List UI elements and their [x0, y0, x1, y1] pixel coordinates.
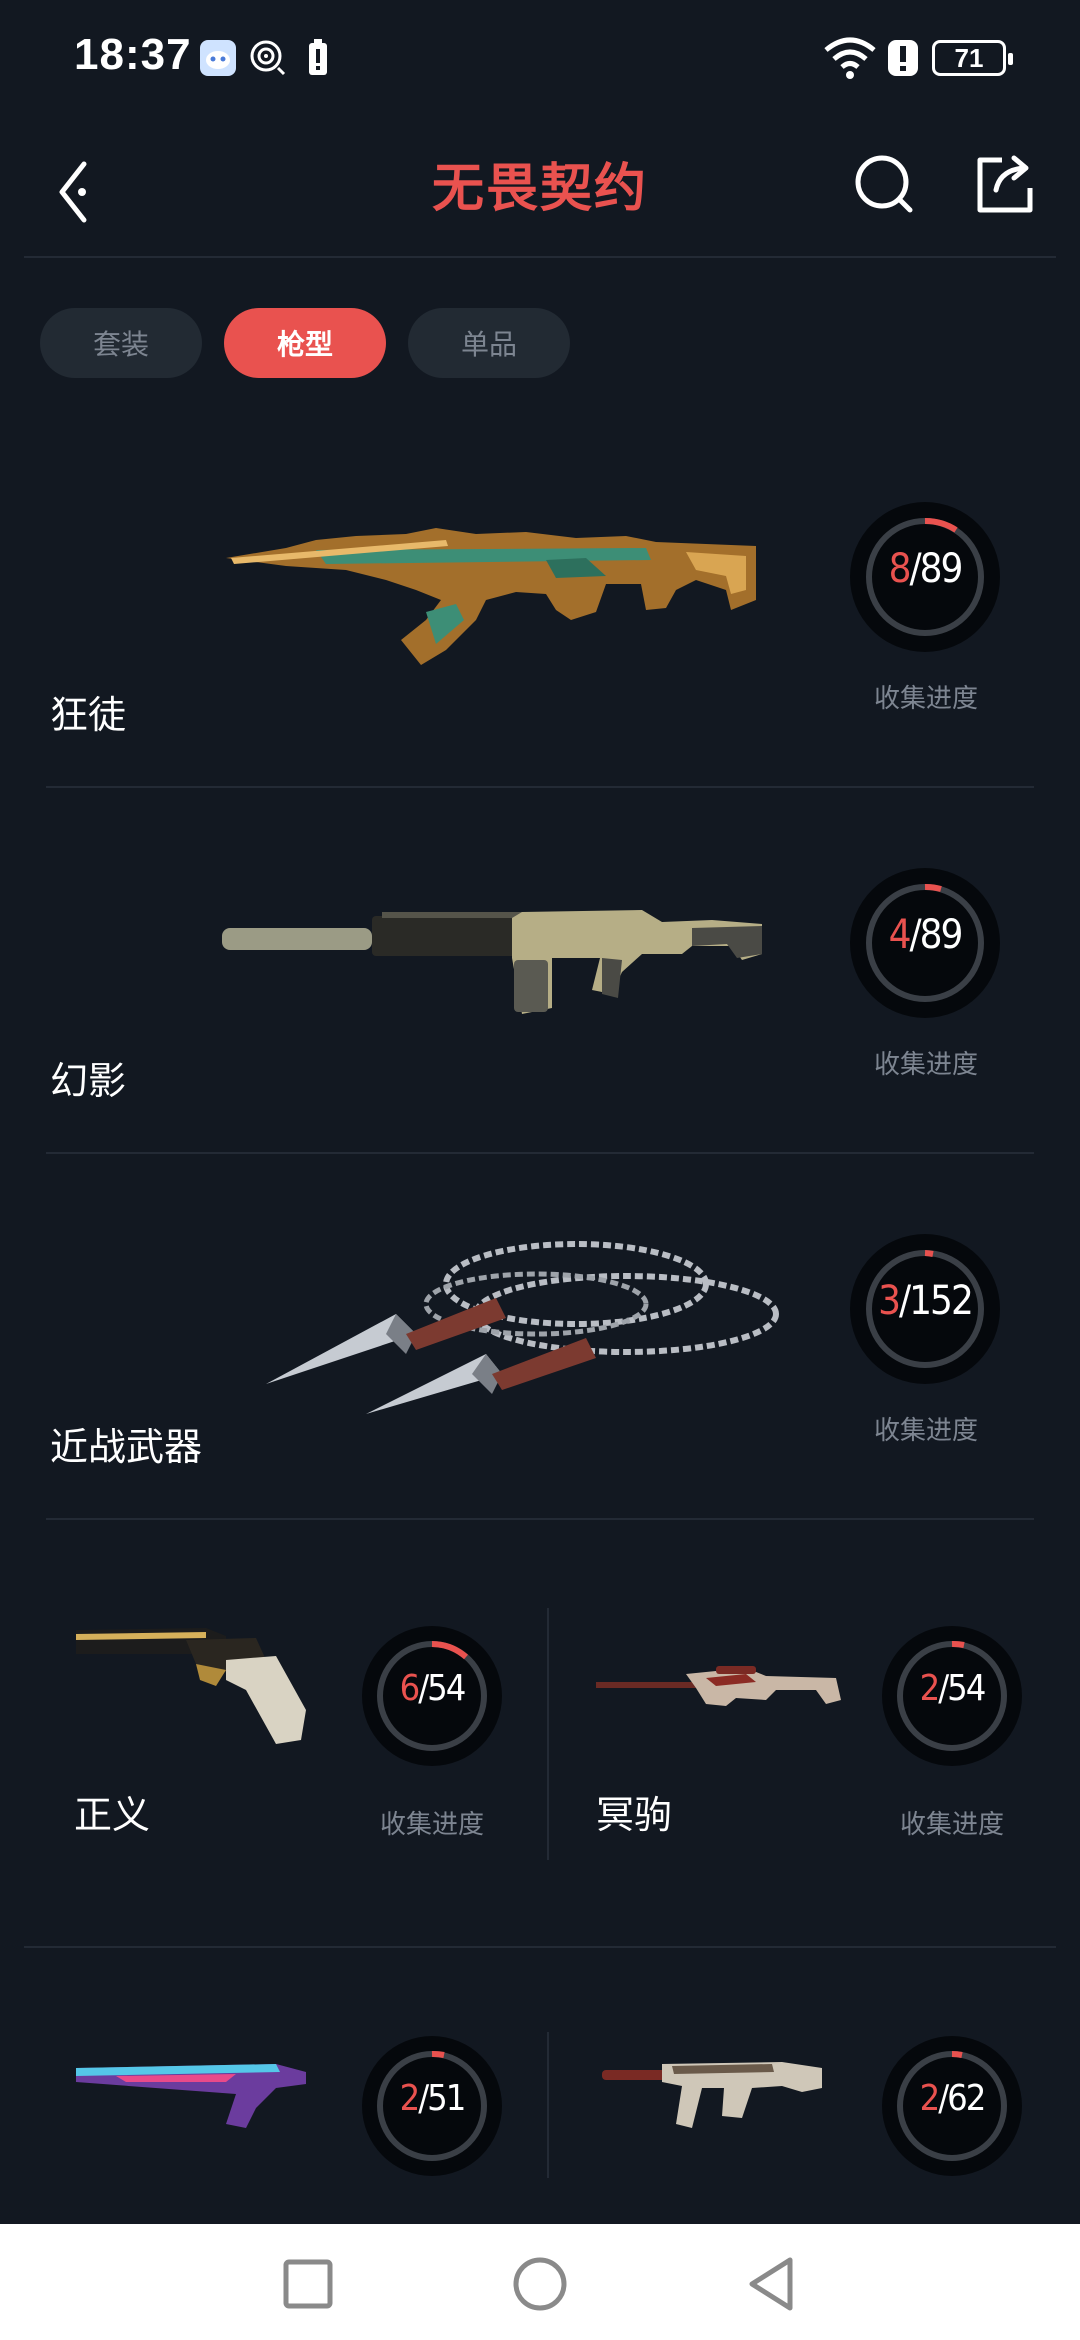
collection-progress-ring: 4/89 — [850, 868, 1000, 1018]
square-nav-icon[interactable] — [278, 2254, 338, 2314]
weapon-name: 冥驹 — [596, 1793, 673, 1837]
progress-count: 3/152 — [878, 1278, 974, 1324]
status-bar: 18:37 71 — [0, 0, 1080, 120]
tab-single-item[interactable]: 单品 — [408, 308, 570, 378]
tab-gun-type[interactable]: 枪型 — [224, 308, 386, 378]
weapon-name: 近战武器 — [50, 1425, 203, 1469]
tab-suits[interactable]: 套装 — [40, 308, 202, 378]
weapon-row-vandal[interactable]: 狂徒 8/89 收集进度 — [46, 420, 1034, 786]
smg-skin-image — [602, 2062, 822, 2128]
header-divider — [24, 256, 1056, 258]
progress-count: 8/89 — [888, 546, 964, 592]
app-header: 无畏契约 — [0, 120, 1080, 256]
collection-progress-ring: 2/51 — [362, 2036, 502, 2176]
melee-skin-image — [266, 1241, 779, 1414]
system-nav-bar — [0, 2224, 1080, 2340]
battery-level: 71 — [932, 40, 1013, 76]
status-time: 18:37 — [74, 30, 192, 79]
weapon-card-smg[interactable]: 2/62 — [566, 1948, 1066, 2178]
progress-count: 2/51 — [399, 2078, 467, 2119]
vandal-skin-image — [226, 528, 756, 665]
collection-progress-ring: 6/54 — [362, 1626, 502, 1766]
pistol-skin-image — [76, 2064, 306, 2128]
collection-progress-ring: 2/62 — [882, 2036, 1022, 2176]
weapon-card-sheriff[interactable]: 正义 6/54 收集进度 — [46, 1570, 546, 1900]
weapon-card-marshal[interactable]: 冥驹 2/54 收集进度 — [566, 1570, 1066, 1900]
search-icon[interactable] — [848, 140, 920, 220]
weapon-card-pistol[interactable]: 2/51 — [46, 1948, 546, 2178]
progress-label: 收集进度 — [874, 684, 979, 714]
progress-count: 2/62 — [919, 2078, 987, 2119]
sheriff-skin-image — [76, 1628, 306, 1744]
progress-count: 6/54 — [399, 1668, 467, 1709]
alert-icon — [886, 38, 920, 82]
app-notification-icon — [198, 38, 238, 82]
partial-row: 2/51 2/62 — [0, 1948, 1080, 2178]
progress-label: 收集进度 — [874, 1416, 979, 1446]
progress-count: 4/89 — [888, 912, 964, 958]
weapon-row-phantom[interactable]: 幻影 4/89 收集进度 — [46, 788, 1034, 1154]
progress-label: 收集进度 — [874, 1050, 979, 1080]
marshal-skin-image — [596, 1666, 841, 1706]
weapon-name: 正义 — [74, 1793, 151, 1837]
phantom-skin-image — [222, 910, 762, 1014]
row-divider — [46, 1518, 1034, 1520]
category-tabs: 套装 枪型 单品 — [40, 308, 570, 378]
share-icon[interactable] — [968, 140, 1040, 220]
progress-label: 收集进度 — [900, 1810, 1005, 1840]
weapon-row-melee[interactable]: 近战武器 3/152 收集进度 — [46, 1154, 1034, 1520]
weapon-name: 幻影 — [50, 1059, 127, 1103]
collection-progress-ring: 8/89 — [850, 502, 1000, 652]
card-divider — [547, 2032, 549, 2178]
weapon-name: 狂徒 — [50, 693, 127, 737]
home-nav-icon[interactable] — [510, 2254, 570, 2314]
collection-progress-ring: 2/54 — [882, 1626, 1022, 1766]
hotspot-icon — [248, 38, 288, 82]
collection-progress-ring: 3/152 — [850, 1234, 1000, 1384]
wifi-icon — [822, 34, 878, 84]
progress-label: 收集进度 — [380, 1810, 485, 1840]
battery-alert-icon — [306, 38, 330, 82]
back-nav-icon[interactable] — [742, 2254, 802, 2314]
progress-count: 2/54 — [919, 1668, 987, 1709]
card-divider — [547, 1608, 549, 1860]
